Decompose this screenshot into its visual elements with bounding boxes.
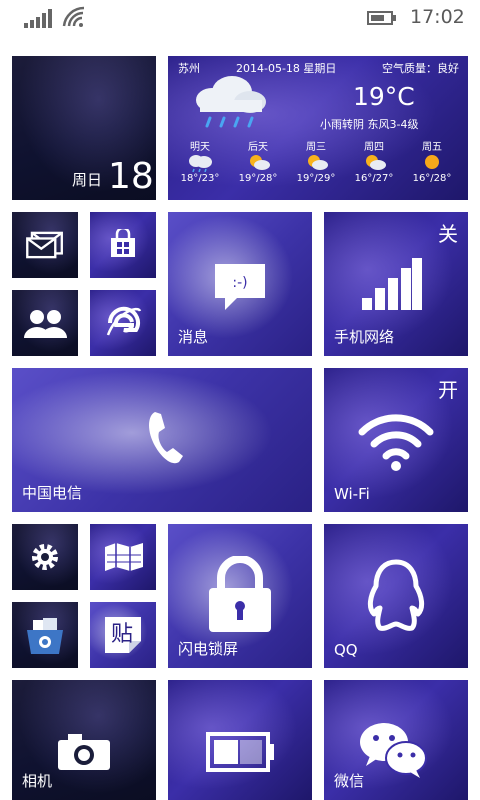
wifi-state: 开: [438, 378, 458, 402]
mobile-network-tile[interactable]: 关 手机网络: [324, 212, 468, 356]
svg-text::-): :-): [232, 275, 247, 291]
battery-icon: [367, 11, 396, 25]
qq-label: QQ: [334, 641, 358, 659]
wifi-label: Wi-Fi: [334, 485, 370, 503]
weather-air-quality: 空气质量：良好: [382, 62, 459, 75]
messaging-label: 消息: [178, 328, 209, 346]
mail-icon: [26, 231, 63, 259]
partly-sunny-icon: [250, 155, 270, 170]
chat-bubble-icon: :-): [215, 264, 265, 310]
weather-tile[interactable]: 苏州 2014-05-18 星期日 空气质量：良好 19°C 小雨转阴 东风3-…: [168, 56, 468, 200]
calendar-tile[interactable]: 周日 18: [12, 56, 156, 200]
people-tile[interactable]: [12, 290, 78, 356]
wifi-icon: [62, 6, 85, 27]
cloud-rain-icon: [196, 76, 266, 128]
forecast-item: 周五 16°/28°: [412, 142, 452, 184]
weather-temperature: 19°C: [353, 82, 415, 111]
map-icon: [105, 543, 143, 571]
people-icon: [24, 310, 67, 338]
status-bar: 17:02: [0, 0, 480, 36]
mobile-network-state: 关: [438, 222, 458, 246]
battery-icon: [206, 732, 274, 772]
photos-box-icon: [27, 618, 63, 654]
wechat-label: 微信: [334, 772, 365, 790]
phone-tile[interactable]: 中国电信: [12, 368, 312, 512]
signal-bars-icon: [24, 9, 52, 28]
forecast-item: 周四 16°/27°: [354, 142, 394, 184]
messaging-tile[interactable]: :-) 消息: [168, 212, 312, 356]
clock: 17:02: [410, 6, 465, 28]
forecast-item: 后天 19°/28°: [238, 142, 278, 184]
svg-text:贴: 贴: [111, 622, 133, 647]
store-icon: [111, 229, 135, 257]
maps-tile[interactable]: [90, 524, 156, 590]
calendar-weekday: 周日: [72, 171, 103, 189]
wifi-icon: [358, 414, 434, 471]
phone-label: 中国电信: [22, 484, 83, 502]
cloud-rain-icon: [189, 155, 212, 172]
sticker-tile[interactable]: 贴: [90, 602, 156, 668]
gear-icon: [32, 544, 58, 570]
phone-icon: [149, 412, 183, 464]
camera-label: 相机: [22, 772, 53, 790]
wechat-icon: [360, 723, 427, 778]
penguin-icon: [367, 559, 425, 631]
sticker-icon: 贴: [105, 617, 141, 653]
wechat-tile[interactable]: 微信: [324, 680, 468, 800]
flash-lock-tile[interactable]: 闪电锁屏: [168, 524, 312, 668]
calendar-day-number: 18: [108, 156, 154, 197]
camera-tile[interactable]: 相机: [12, 680, 156, 800]
flash-lock-label: 闪电锁屏: [178, 640, 239, 658]
lock-icon: [209, 556, 271, 632]
internet-explorer-tile[interactable]: [90, 290, 156, 356]
weather-condition: 小雨转阴 东风3-4级: [320, 118, 419, 131]
photos-tile[interactable]: [12, 602, 78, 668]
wifi-tile[interactable]: 开 Wi-Fi: [324, 368, 468, 512]
partly-sunny-icon: [366, 155, 386, 170]
mail-tile[interactable]: [12, 212, 78, 278]
internet-explorer-icon: [106, 306, 142, 336]
sun-icon: [425, 155, 439, 169]
forecast-item: 明天 18°/23°: [180, 142, 220, 184]
settings-tile[interactable]: [12, 524, 78, 590]
mobile-network-label: 手机网络: [334, 328, 395, 346]
store-tile[interactable]: [90, 212, 156, 278]
forecast-item: 周三 19°/29°: [296, 142, 336, 184]
signal-bars-icon: [362, 258, 422, 310]
battery-tile[interactable]: [168, 680, 312, 800]
partly-sunny-icon: [308, 155, 328, 170]
camera-icon: [58, 734, 110, 770]
qq-tile[interactable]: QQ: [324, 524, 468, 668]
